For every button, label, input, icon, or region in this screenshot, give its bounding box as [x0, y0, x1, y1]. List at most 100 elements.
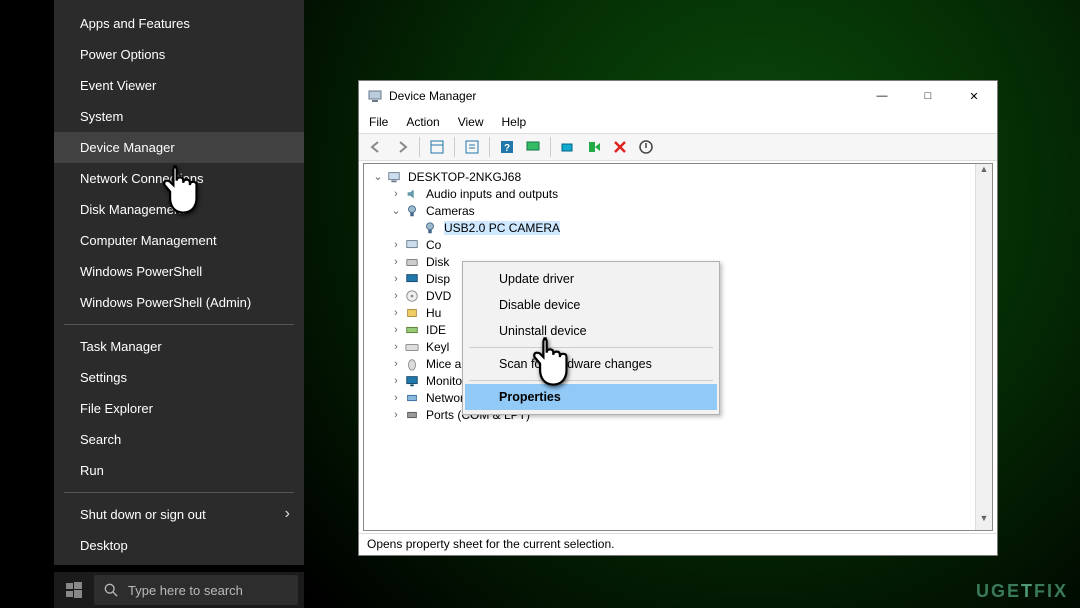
enable-device-button[interactable] — [583, 136, 605, 158]
expand-toggle-icon[interactable] — [390, 375, 402, 387]
tree-node-label: Co — [426, 238, 441, 252]
scroll-up-icon[interactable]: ▲ — [976, 164, 992, 181]
winx-item-network-connections[interactable]: Network Connections — [54, 163, 304, 194]
device-manager-icon — [367, 88, 383, 104]
menu-help[interactable]: Help — [502, 115, 527, 129]
tree-leaf-usb-camera[interactable]: USB2.0 PC CAMERA — [372, 219, 992, 236]
tree-node-computer[interactable]: Co — [372, 236, 992, 253]
winx-item-system[interactable]: System — [54, 101, 304, 132]
tree-node-audio[interactable]: Audio inputs and outputs — [372, 185, 992, 202]
scroll-down-icon[interactable]: ▼ — [976, 513, 992, 530]
maximize-button[interactable]: □ — [905, 81, 951, 111]
winx-menu: Apps and Features Power Options Event Vi… — [54, 0, 304, 565]
start-button[interactable] — [54, 572, 94, 608]
winx-item-search[interactable]: Search — [54, 424, 304, 455]
back-button[interactable] — [365, 136, 387, 158]
uninstall-device-button[interactable] — [609, 136, 631, 158]
winx-item-desktop[interactable]: Desktop — [54, 530, 304, 561]
menu-file[interactable]: File — [369, 115, 388, 129]
vertical-scrollbar[interactable]: ▲ ▼ — [975, 164, 992, 530]
winx-item-windows-powershell-admin[interactable]: Windows PowerShell (Admin) — [54, 287, 304, 318]
mouse-icon — [404, 356, 420, 372]
dvd-icon — [404, 288, 420, 304]
camera-icon — [404, 203, 420, 219]
close-button[interactable]: ✕ — [951, 81, 997, 111]
expand-toggle-icon[interactable] — [390, 307, 402, 319]
tree-root[interactable]: DESKTOP-2NKGJ68 — [372, 168, 992, 185]
titlebar[interactable]: Device Manager — □ ✕ — [359, 81, 997, 111]
menu-action[interactable]: Action — [406, 115, 439, 129]
winx-item-windows-powershell[interactable]: Windows PowerShell — [54, 256, 304, 287]
ctx-item-update-driver[interactable]: Update driver — [465, 266, 717, 292]
expand-toggle-icon[interactable] — [390, 204, 402, 217]
winx-item-power-options[interactable]: Power Options — [54, 39, 304, 70]
toolbar-separator — [454, 137, 455, 157]
computer-icon — [404, 237, 420, 253]
display-icon — [404, 271, 420, 287]
tree-node-label: DVD — [426, 289, 451, 303]
tree-node-label: Disk — [426, 255, 449, 269]
winx-item-run[interactable]: Run — [54, 455, 304, 486]
menu-view[interactable]: View — [458, 115, 484, 129]
expand-toggle-icon[interactable] — [390, 358, 402, 370]
winx-item-computer-management[interactable]: Computer Management — [54, 225, 304, 256]
taskbar-search[interactable]: Type here to search — [94, 575, 298, 605]
winx-item-apps-and-features[interactable]: Apps and Features — [54, 8, 304, 39]
disk-icon — [404, 254, 420, 270]
forward-button[interactable] — [391, 136, 413, 158]
expand-toggle-icon[interactable] — [390, 188, 402, 200]
expand-toggle-icon[interactable] — [372, 170, 384, 183]
tree-node-label: Hu — [426, 306, 441, 320]
ctx-item-uninstall-device[interactable]: Uninstall device — [465, 318, 717, 344]
audio-icon — [404, 186, 420, 202]
winx-separator — [64, 492, 294, 493]
expand-toggle-icon[interactable] — [390, 256, 402, 268]
hid-icon — [404, 305, 420, 321]
expand-toggle-icon[interactable] — [390, 273, 402, 285]
update-driver-button[interactable] — [557, 136, 579, 158]
status-bar: Opens property sheet for the current sel… — [359, 533, 997, 555]
ide-icon — [404, 322, 420, 338]
winx-item-device-manager[interactable]: Device Manager — [54, 132, 304, 163]
toolbar: ? — [359, 133, 997, 161]
properties-button[interactable] — [461, 136, 483, 158]
ctx-item-scan-hardware[interactable]: Scan for hardware changes — [465, 351, 717, 377]
disable-device-button[interactable] — [635, 136, 657, 158]
winx-item-file-explorer[interactable]: File Explorer — [54, 393, 304, 424]
tree-node-label: Audio inputs and outputs — [426, 187, 558, 201]
expand-toggle-icon[interactable] — [390, 324, 402, 336]
window-title: Device Manager — [389, 89, 853, 103]
help-button[interactable]: ? — [496, 136, 518, 158]
camera-icon — [422, 220, 438, 236]
expand-toggle-icon[interactable] — [390, 409, 402, 421]
ctx-item-disable-device[interactable]: Disable device — [465, 292, 717, 318]
tree-node-label: Disp — [426, 272, 450, 286]
expand-toggle-icon[interactable] — [390, 239, 402, 251]
port-icon — [404, 407, 420, 423]
expand-toggle-icon[interactable] — [390, 392, 402, 404]
scan-hardware-button[interactable] — [522, 136, 544, 158]
expand-toggle-icon[interactable] — [390, 290, 402, 302]
expand-toggle-icon[interactable] — [390, 341, 402, 353]
computer-icon — [386, 169, 402, 185]
toolbar-separator — [489, 137, 490, 157]
ctx-separator — [469, 380, 713, 381]
winx-item-event-viewer[interactable]: Event Viewer — [54, 70, 304, 101]
tree-node-cameras[interactable]: Cameras — [372, 202, 992, 219]
svg-text:?: ? — [504, 143, 510, 154]
ctx-separator — [469, 347, 713, 348]
network-icon — [404, 390, 420, 406]
keyboard-icon — [404, 339, 420, 355]
ctx-item-properties[interactable]: Properties — [465, 384, 717, 410]
winx-item-disk-management[interactable]: Disk Management — [54, 194, 304, 225]
monitor-icon — [404, 373, 420, 389]
tree-node-label: Keyl — [426, 340, 449, 354]
show-hide-tree-button[interactable] — [426, 136, 448, 158]
winx-item-settings[interactable]: Settings — [54, 362, 304, 393]
winx-item-shutdown-or-signout[interactable]: Shut down or sign out — [54, 499, 304, 530]
minimize-button[interactable]: — — [859, 81, 905, 111]
winx-separator — [64, 324, 294, 325]
tree-node-label: Cameras — [426, 204, 475, 218]
taskbar-search-placeholder: Type here to search — [128, 583, 243, 598]
winx-item-task-manager[interactable]: Task Manager — [54, 331, 304, 362]
